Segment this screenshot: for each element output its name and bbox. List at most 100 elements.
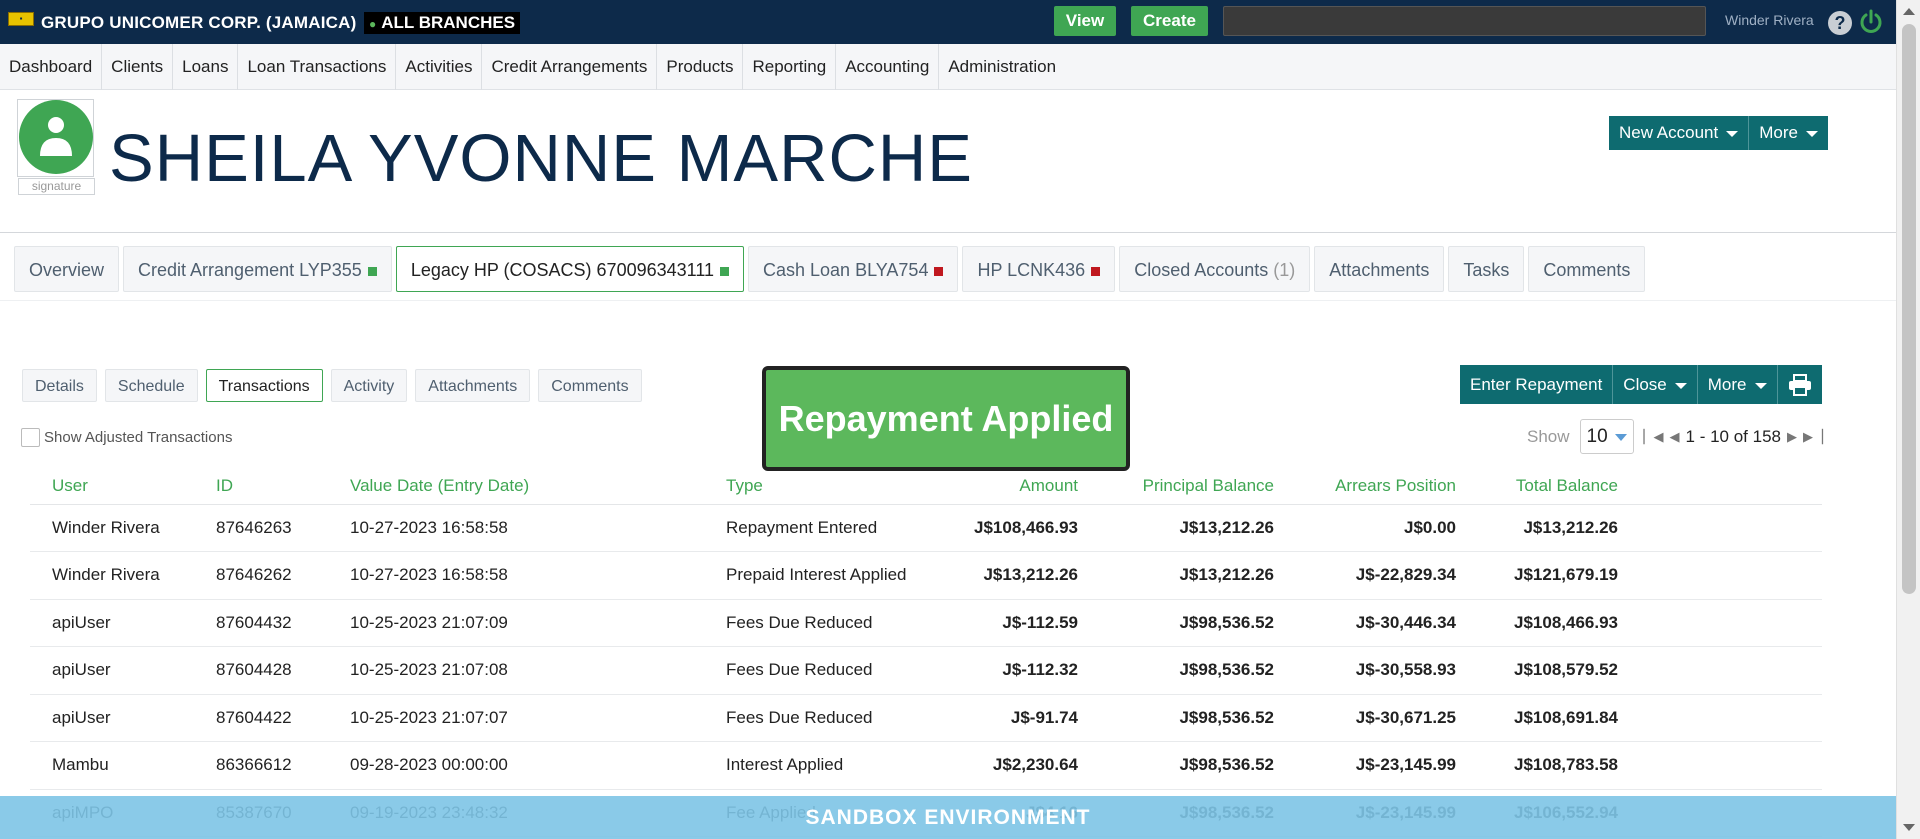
menu-products[interactable]: Products <box>657 44 744 90</box>
next-page-icon[interactable]: ▶ <box>1787 429 1797 445</box>
show-adjusted-toggle[interactable]: Show Adjusted Transactions <box>21 428 232 447</box>
cell-spacer <box>1626 741 1822 790</box>
signature-link[interactable]: signature <box>18 178 95 195</box>
col-id[interactable]: ID <box>194 469 328 505</box>
tab-cash-loan[interactable]: Cash Loan BLYA754 <box>748 246 959 292</box>
cell-total-balance: J$108,579.52 <box>1464 646 1626 695</box>
chevron-down-icon <box>1726 130 1739 137</box>
subtab-transactions[interactable]: Transactions <box>205 369 323 402</box>
menu-reporting[interactable]: Reporting <box>743 44 837 90</box>
tab-label: Closed Accounts <box>1134 260 1269 280</box>
client-more-label: More <box>1759 123 1798 142</box>
cell-user[interactable]: apiUser <box>30 694 194 742</box>
create-button[interactable]: Create <box>1131 6 1208 36</box>
cell-arrears-position: J$-23,145.99 <box>1282 741 1464 790</box>
cell-arrears-position: J$-22,829.34 <box>1282 551 1464 600</box>
subtab-details[interactable]: Details <box>22 369 97 402</box>
cell-user[interactable]: apiUser <box>30 646 194 695</box>
tab-overview[interactable]: Overview <box>14 246 120 292</box>
help-icon[interactable]: ? <box>1828 11 1852 35</box>
close-label: Close <box>1623 375 1667 394</box>
page-size-select[interactable]: 10 <box>1579 419 1634 454</box>
tab-comments[interactable]: Comments <box>1528 246 1646 292</box>
cell-id: 87604432 <box>194 599 328 647</box>
table-row[interactable]: apiUser 87604422 10-25-2023 21:07:07 Fees D… <box>30 694 1822 742</box>
enter-repayment-button[interactable]: Enter Repayment <box>1460 365 1614 404</box>
branch-selector[interactable]: ● ALL BRANCHES <box>364 12 521 34</box>
first-page-icon[interactable]: ▏◀ <box>1644 429 1664 445</box>
menu-credit-arrangements[interactable]: Credit Arrangements <box>482 44 658 90</box>
menu-activities[interactable]: Activities <box>396 44 483 90</box>
cell-total-balance: J$121,679.19 <box>1464 551 1626 600</box>
subtab-comments[interactable]: Comments <box>538 369 642 402</box>
brand-logo-icon: ▪ <box>8 12 34 26</box>
tab-attachments[interactable]: Attachments <box>1314 246 1445 292</box>
page-size-value: 10 <box>1586 426 1608 447</box>
show-adjusted-checkbox[interactable] <box>21 428 40 447</box>
menu-administration[interactable]: Administration <box>939 44 1065 90</box>
col-arrears-position[interactable]: Arrears Position <box>1282 469 1464 505</box>
col-principal-balance[interactable]: Principal Balance <box>1086 469 1282 505</box>
account-more-button[interactable]: More <box>1698 365 1778 404</box>
cell-total-balance: J$108,783.58 <box>1464 741 1626 790</box>
scroll-up-icon[interactable] <box>1903 8 1915 15</box>
cell-amount: J$2,230.64 <box>936 741 1086 790</box>
cell-principal-balance: J$98,536.52 <box>1086 694 1282 742</box>
cell-user[interactable]: Winder Rivera <box>30 551 194 600</box>
client-avatar[interactable]: signature <box>17 99 95 195</box>
cell-type: Prepaid Interest Applied <box>704 551 936 600</box>
menu-dashboard[interactable]: Dashboard <box>0 44 103 90</box>
tab-legacy-hp[interactable]: Legacy HP (COSACS) 670096343111 <box>395 246 744 292</box>
status-arrears-icon <box>934 266 944 276</box>
menu-loans[interactable]: Loans <box>173 44 239 90</box>
cell-value-date: 10-25-2023 21:07:07 <box>328 694 704 742</box>
scroll-down-icon[interactable] <box>1903 824 1915 831</box>
tab-hp-loan[interactable]: HP LCNK436 <box>962 246 1116 292</box>
col-value-date[interactable]: Value Date (Entry Date) <box>328 469 704 505</box>
branch-status-dot-icon: ● <box>369 17 377 31</box>
previous-page-icon[interactable]: ◀ <box>1670 429 1680 445</box>
close-account-button[interactable]: Close <box>1613 365 1698 404</box>
table-row[interactable]: apiUser 87604432 10-25-2023 21:07:09 Fees D… <box>30 599 1822 647</box>
main-navigation: Dashboard Clients Loans Loan Transaction… <box>0 44 1896 90</box>
client-more-button[interactable]: More <box>1749 116 1828 150</box>
table-row[interactable]: apiUser 87604428 10-25-2023 21:07:08 Fees D… <box>30 646 1822 695</box>
subtab-schedule[interactable]: Schedule <box>104 369 198 402</box>
col-amount[interactable]: Amount <box>936 469 1086 505</box>
print-button[interactable] <box>1778 365 1822 404</box>
transactions-table: User ID Value Date (Entry Date) Type Amo… <box>30 469 1822 837</box>
cell-user[interactable]: Mambu <box>30 741 194 790</box>
logout-power-icon[interactable] <box>1858 9 1884 35</box>
table-row[interactable]: Winder Rivera 87646262 10-27-2023 16:58:58… <box>30 551 1822 600</box>
scroll-thumb[interactable] <box>1902 24 1916 594</box>
tab-credit-arrangement[interactable]: Credit Arrangement LYP355 <box>123 246 392 292</box>
view-button[interactable]: View <box>1054 6 1116 36</box>
cell-user[interactable]: apiUser <box>30 599 194 647</box>
last-page-icon[interactable]: ▶▕ <box>1803 429 1823 445</box>
col-user[interactable]: User <box>30 469 194 505</box>
cell-value-date: 10-25-2023 21:07:08 <box>328 646 704 695</box>
col-type[interactable]: Type <box>704 469 936 505</box>
menu-loan-transactions[interactable]: Loan Transactions <box>238 44 397 90</box>
subtab-activity[interactable]: Activity <box>330 369 408 402</box>
page-scrollbar[interactable] <box>1896 0 1920 839</box>
cell-id: 87604428 <box>194 646 328 695</box>
menu-clients[interactable]: Clients <box>102 44 174 90</box>
subtab-attachments[interactable]: Attachments <box>415 369 531 402</box>
global-search-input[interactable] <box>1223 6 1706 36</box>
user-silhouette-icon <box>40 117 72 156</box>
cell-arrears-position: J$0.00 <box>1282 504 1464 552</box>
cell-id: 87646262 <box>194 551 328 600</box>
menu-accounting[interactable]: Accounting <box>836 44 940 90</box>
table-row[interactable]: Winder Rivera 87646263 10-27-2023 16:58:58… <box>30 504 1822 552</box>
table-row[interactable]: Mambu 86366612 09-28-2023 00:00:00 Interest… <box>30 741 1822 790</box>
current-user-menu[interactable]: Winder Rivera <box>1725 12 1814 28</box>
tab-closed-accounts[interactable]: Closed Accounts (1) <box>1119 246 1311 292</box>
status-active-icon <box>720 266 729 276</box>
cell-principal-balance: J$98,536.52 <box>1086 599 1282 647</box>
cell-user[interactable]: Winder Rivera <box>30 504 194 552</box>
new-account-button[interactable]: New Account <box>1609 116 1750 150</box>
account-more-label: More <box>1707 375 1747 394</box>
col-total-balance[interactable]: Total Balance <box>1464 469 1626 505</box>
tab-tasks[interactable]: Tasks <box>1448 246 1525 292</box>
